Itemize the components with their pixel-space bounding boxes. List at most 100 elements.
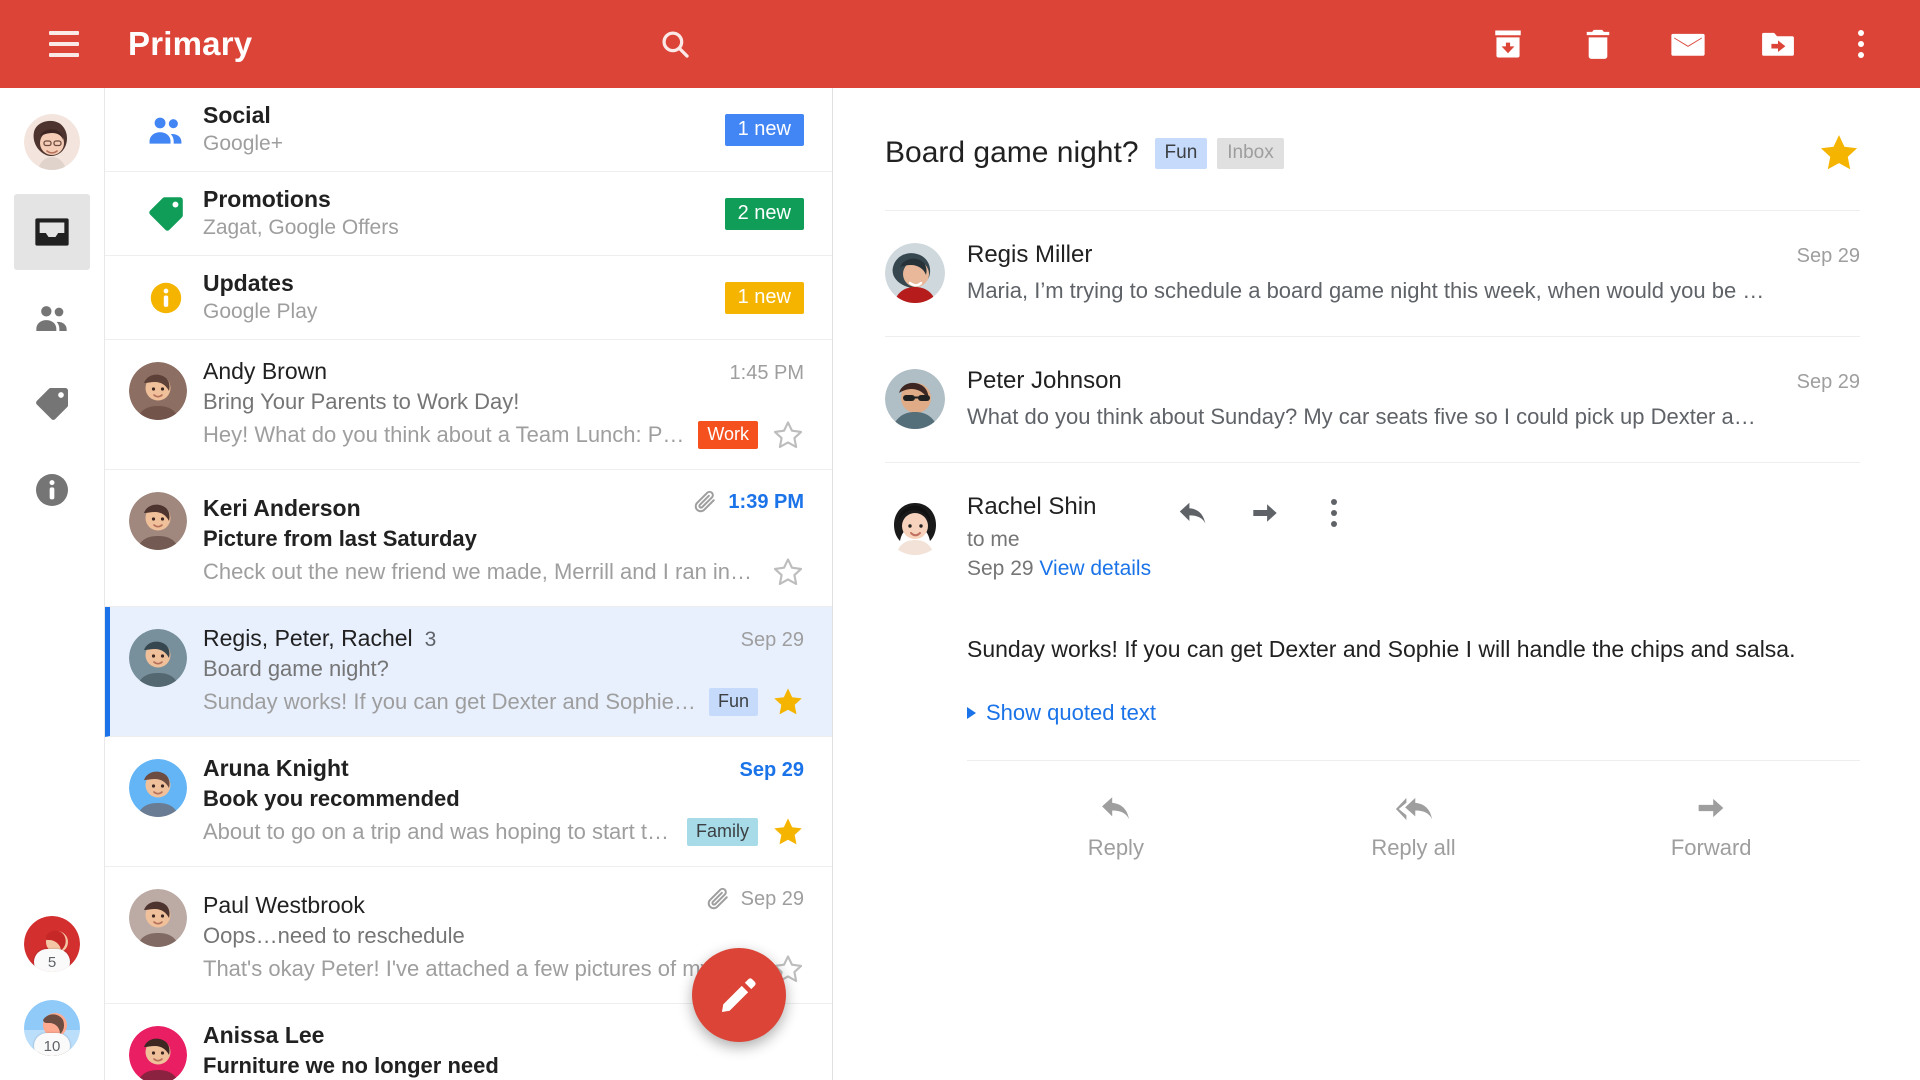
avatar[interactable] [129,492,187,550]
email-snippet: Hey! What do you think about a Team Lunc… [203,422,689,447]
message-preview: Maria, I’m trying to schedule a board ga… [967,278,1765,303]
sender-block: Rachel Shin to me Sep 29 View details [967,493,1151,581]
email-list-item[interactable]: Aruna Knight Sep 29 Book you recommended Ab… [105,737,832,867]
category-subtitle: Google+ [203,131,283,155]
subject-row: Board game night? Fun Inbox [885,88,1860,210]
email-meta: Sep 29 [741,629,804,652]
category-badge: 1 new [724,281,804,314]
message-collapsed-regis[interactable]: Regis Miller Sep 29 Maria, I’m trying to… [885,210,1860,336]
avatar[interactable] [129,759,187,817]
timestamp: Sep 29 [739,759,804,781]
email-list-item[interactable]: Keri Anderson 1:39 PM Picture from last Sa… [105,470,832,607]
account-avatar[interactable] [24,114,80,170]
avatar[interactable] [129,889,187,947]
reply-all-button[interactable]: Reply all [1265,789,1563,861]
delete-icon[interactable] [1576,22,1620,66]
forward-label: Forward [1670,835,1752,861]
email-list-item[interactable]: Andy Brown 1:45 PM Bring Your Parents to W… [105,340,832,470]
kebab-dot [1858,30,1864,36]
avatar[interactable] [129,1026,187,1080]
timestamp: Sep 29 [740,629,804,651]
forward-icon[interactable] [1247,495,1283,531]
email-header-line: Regis, Peter, Rachel 3 Sep 29 [203,625,804,652]
label-inbox[interactable]: Inbox [1217,137,1284,169]
email-subject: Picture from last Saturday [203,526,477,551]
reply-button[interactable]: Reply [967,789,1265,861]
email-snippet-line: Hey! What do you think about a Team Lunc… [203,419,804,451]
reply-icon[interactable] [1175,495,1211,531]
message-head: Rachel Shin to me Sep 29 View details [967,493,1860,581]
navigation-rail: 5 10 [0,88,105,1080]
sender-name: Regis, Peter, Rachel 3 [203,625,437,651]
avatar[interactable] [129,629,187,687]
sender-name: Anissa Lee [203,1022,325,1048]
sender-name: Paul Westbrook [203,892,365,918]
email-content: Andy Brown 1:45 PM Bring Your Parents to W… [187,358,804,451]
email-snippet: Sunday works! If you can get Dexter and … [203,689,699,714]
hamburger-menu-icon[interactable] [36,16,92,72]
archive-icon[interactable] [1486,22,1530,66]
contact-chip-2[interactable]: 10 [24,1000,80,1056]
triangle-right-icon [967,707,976,720]
kebab-dot [1858,41,1864,47]
email-subject: Oops…need to reschedule [203,923,465,948]
email-label-chip[interactable]: Family [687,818,758,846]
category-badge: 1 new [724,113,804,146]
search-icon[interactable] [647,16,703,72]
people-icon [36,306,67,331]
star-icon[interactable] [772,686,804,718]
overflow-menu-icon[interactable] [1846,30,1876,58]
sidebar-item-inbox[interactable] [14,194,90,270]
message-body-text: Sunday works! If you can get Dexter and … [967,636,1796,662]
category-badge: 2 new [724,197,804,230]
move-to-folder-icon[interactable] [1756,22,1800,66]
sender-name: Peter Johnson [967,367,1122,394]
message-overflow-menu-icon[interactable] [1319,499,1349,527]
sender-name: Keri Anderson [203,495,361,521]
category-row-promotions[interactable]: Promotions Zagat, Google Offers 2 new [105,172,832,256]
email-snippet-line: Sunday works! If you can get Dexter and … [203,686,804,718]
star-icon[interactable] [1818,132,1860,174]
thread-count: 3 [424,628,437,651]
message-body: Peter Johnson Sep 29 What do you think a… [945,367,1860,430]
star-icon[interactable] [772,556,804,588]
category-row-updates[interactable]: Updates Google Play 1 new [105,256,832,340]
avatar [885,369,945,429]
message-collapsed-peter[interactable]: Peter Johnson Sep 29 What do you think a… [885,336,1860,462]
mark-unread-icon[interactable] [1666,22,1710,66]
message-head: Regis Miller Sep 29 [967,241,1860,269]
show-quoted-text-toggle[interactable]: Show quoted text [967,700,1860,726]
compose-button[interactable] [692,948,786,1042]
recipient-text: to me [967,528,1020,551]
email-content: Aruna Knight Sep 29 Book you recommended Ab… [187,755,804,848]
contact-chip-1[interactable]: 5 [24,916,80,972]
label-fun[interactable]: Fun [1154,137,1208,169]
star-icon[interactable] [772,419,804,451]
email-label-chip[interactable]: Work [698,421,758,449]
avatar [885,495,945,555]
page-title: Primary [128,25,253,62]
reading-pane: Board game night? Fun Inbox Regis Miller… [833,88,1920,1080]
sidebar-item-promotions[interactable] [14,366,90,442]
view-details-link[interactable]: View details [1039,557,1151,580]
app-bar: Primary [0,0,1920,88]
forward-button[interactable]: Forward [1562,789,1860,861]
category-row-social[interactable]: Social Google+ 1 new [105,88,832,172]
show-quoted-text-label: Show quoted text [986,700,1157,726]
sidebar-item-updates[interactable] [14,452,90,528]
hamburger-bar [49,53,79,57]
sidebar-item-social[interactable] [14,280,90,356]
inbox-icon [35,218,69,246]
email-list-item[interactable]: Regis, Peter, Rachel 3 Sep 29 Board game ni… [105,607,832,737]
contact-chips: 5 10 [0,916,104,1056]
star-icon[interactable] [772,816,804,848]
message-date: Sep 29 [1796,371,1860,393]
email-subject: Furniture we no longer need [203,1053,499,1078]
gmail-app: Primary 5 10 Social Google+ 1 new Promot… [0,0,1920,1080]
message-preview: What do you think about Sunday? My car s… [967,404,1756,429]
reply-label: Reply [1087,835,1144,861]
avatar[interactable] [129,362,187,420]
kebab-dot [1858,52,1864,58]
email-label-chip[interactable]: Fun [708,688,758,716]
email-meta: Sep 29 [704,885,804,913]
